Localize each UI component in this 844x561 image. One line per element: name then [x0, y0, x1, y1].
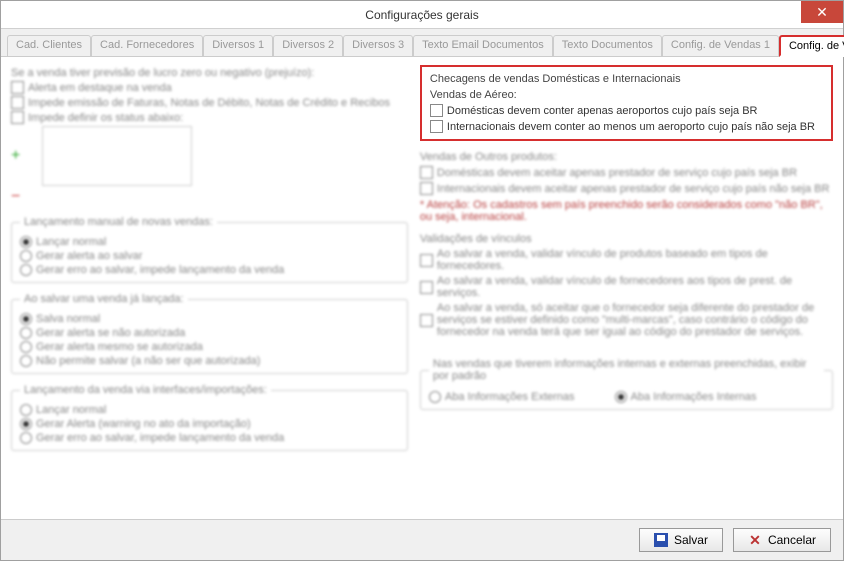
tab-config-vendas-1[interactable]: Config. de Vendas 1 [662, 35, 779, 56]
main-window: Configurações gerais ✕ Cad. Clientes Cad… [0, 0, 844, 561]
tab-strip: Cad. Clientes Cad. Fornecedores Diversos… [1, 29, 843, 57]
save-button-label: Salvar [674, 533, 708, 547]
tab-config-vendas-2[interactable]: Config. de Vendas 2 [779, 35, 844, 57]
titlebar: Configurações gerais ✕ [1, 1, 843, 29]
close-icon: ✕ [816, 4, 828, 21]
vendas-outros-group: Vendas de Outros produtos: Domésticas de… [420, 151, 833, 223]
window-title: Configurações gerais [365, 8, 478, 22]
tab-diversos-1[interactable]: Diversos 1 [203, 35, 273, 56]
chk-domesticas-aereo[interactable] [430, 104, 443, 117]
cancel-button-label: Cancelar [768, 533, 816, 547]
highlighted-box: Checagens de vendas Domésticas e Interna… [420, 65, 833, 141]
cancel-button[interactable]: ✕ Cancelar [733, 528, 831, 552]
tab-cad-clientes[interactable]: Cad. Clientes [7, 35, 91, 56]
right-column: Checagens de vendas Domésticas e Interna… [420, 65, 833, 511]
chk-domesticas-aereo-label: Domésticas devem conter apenas aeroporto… [447, 105, 758, 117]
left-column: Se a venda tiver previsão de lucro zero … [11, 65, 408, 511]
footer: Salvar ✕ Cancelar [1, 519, 843, 560]
tab-diversos-3[interactable]: Diversos 3 [343, 35, 413, 56]
checagens-title: Checagens de vendas Domésticas e Interna… [430, 73, 823, 85]
cancel-icon: ✕ [748, 533, 762, 547]
radio-aba-internas[interactable] [615, 391, 627, 403]
tab-texto-doc[interactable]: Texto Documentos [553, 35, 662, 56]
tab-texto-email-doc[interactable]: Texto Email Documentos [413, 35, 553, 56]
vendas-aereo-label: Vendas de Aéreo: [430, 89, 823, 101]
close-button[interactable]: ✕ [801, 1, 843, 23]
save-button[interactable]: Salvar [639, 528, 723, 552]
tab-cad-fornecedores[interactable]: Cad. Fornecedores [91, 35, 203, 56]
content-panel: Se a venda tiver previsão de lucro zero … [1, 57, 843, 519]
padrao-aba-fieldset: Nas vendas que tiverem informações inter… [420, 358, 833, 410]
chk-internacionais-aereo[interactable] [430, 120, 443, 133]
radio-aba-externas[interactable] [429, 391, 441, 403]
tab-diversos-2[interactable]: Diversos 2 [273, 35, 343, 56]
validacoes-group: Validações de vínculos Ao salvar a venda… [420, 233, 833, 338]
save-icon [654, 533, 668, 547]
chk-internacionais-aereo-label: Internacionais devem conter ao menos um … [447, 121, 815, 133]
